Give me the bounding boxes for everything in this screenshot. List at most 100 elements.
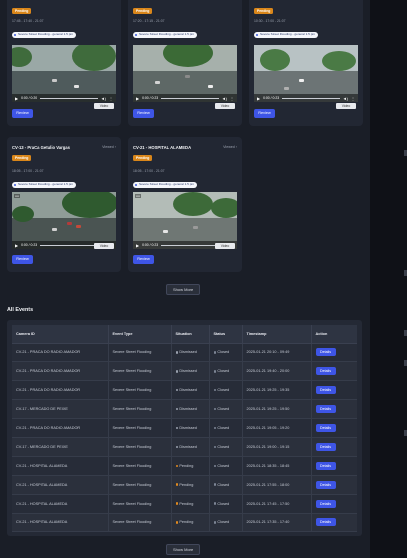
alert-time: 17:20 - 17:15 - 21:07 — [133, 19, 165, 23]
situation-cell: Pending — [171, 494, 210, 514]
card-header: CV-21 - HOSPITAL ALAMEDA Viewed › — [133, 143, 237, 151]
status-dot-icon — [175, 502, 178, 505]
video-controls[interactable]: ▶ 0:00 / 0:23 ◄) ⋮ — [254, 94, 358, 102]
camera-name: CV-21 - HOSPITAL ALAMEDA — [133, 144, 192, 150]
play-icon[interactable]: ▶ — [15, 243, 18, 248]
video-controls[interactable]: ▶ 0:00 / 0:23 ◄) ⋮ — [133, 94, 237, 102]
video-controls[interactable]: ▶ 0:00 / 0:20 ◄) ⋮ — [12, 94, 116, 102]
camera-video[interactable]: ▪▪▪▪ ▶ 0:00 / 0:23 ◄) ⋮ — [133, 192, 237, 249]
timestamp-cell: 2025-01-21 19:25 - 19:35 — [242, 380, 312, 401]
camera-id-cell: CV-21 - PRACA DO RADIO AMADOR — [12, 380, 109, 401]
camera-id-cell: CV-21 - HOSPITAL ALAMEDA — [12, 475, 109, 495]
play-icon[interactable]: ▶ — [257, 96, 260, 101]
camera-id-cell: CV-21 - HOSPITAL ALAMEDA — [12, 513, 109, 533]
details-button[interactable]: Details — [315, 442, 336, 451]
table-row: CV-21 - PRACA DO RADIO AMADOR Severe Stre… — [12, 418, 357, 438]
pending-badge: Pending — [12, 155, 32, 161]
play-icon[interactable]: ▶ — [15, 96, 18, 101]
event-type-cell: Severe Street Flooding — [108, 361, 172, 382]
review-button[interactable]: Review — [133, 109, 154, 118]
event-type-chip: Severe Street Flooding - general 1.5 pm — [133, 182, 198, 188]
table-row: CV-21 - PRACA DO RADIO AMADOR Severe Stre… — [12, 361, 357, 382]
video-label: Video — [94, 243, 114, 249]
event-type-cell: Severe Street Flooding — [108, 343, 172, 363]
status-dot-icon — [175, 521, 178, 524]
event-type-cell: Severe Street Flooding — [108, 418, 172, 438]
volume-icon[interactable]: ◄) — [343, 96, 348, 101]
camera-video[interactable]: ▶ 0:00 / 0:20 ◄) ⋮ — [12, 45, 116, 102]
viewed-link[interactable]: Viewed › — [102, 145, 116, 149]
play-icon[interactable]: ▶ — [136, 96, 139, 101]
status-dot-icon — [213, 445, 216, 449]
details-button[interactable]: Details — [315, 480, 336, 489]
status-cell: Closed — [209, 380, 243, 401]
status-dot-icon — [175, 445, 178, 449]
volume-icon[interactable]: ◄) — [222, 96, 227, 101]
details-button[interactable]: Details — [315, 461, 336, 470]
show-more-button[interactable]: Show More — [166, 284, 201, 295]
camera-video[interactable]: ▪▪▪▪ ▶ 0:00 / 0:23 ◄) ⋮ — [12, 192, 116, 249]
timestamp-cell: 2025-01-21 20:10 - 09:49 — [242, 343, 312, 363]
camera-id-cell: CV-21 - HOSPITAL ALAMEDA — [12, 456, 109, 476]
show-more-button[interactable]: Show More — [166, 544, 201, 555]
situation-cell: Dismissed — [171, 380, 210, 401]
pending-badge: Pending — [133, 8, 153, 14]
details-button[interactable]: Details — [315, 386, 336, 395]
status-dot-icon — [175, 483, 178, 486]
review-button[interactable]: Review — [133, 255, 154, 264]
pending-badge: Pending — [254, 8, 274, 14]
timestamp-cell: 2025-01-21 17:35 - 17:40 — [242, 513, 312, 533]
more-options-icon[interactable]: ⋮ — [109, 96, 113, 101]
alert-card: Pending 10:30 - 17:00 - 21:07 Severe Str… — [249, 0, 363, 126]
details-button[interactable]: Details — [315, 424, 336, 432]
action-cell: Details — [311, 361, 357, 382]
review-button[interactable]: Review — [254, 109, 275, 118]
more-options-icon[interactable]: ⋮ — [351, 96, 355, 101]
alert-time: 18:05 - 17:00 - 21:07 — [12, 169, 44, 173]
situation-cell: Dismissed — [171, 399, 210, 420]
details-button[interactable]: Details — [315, 348, 336, 357]
column-header: Status — [209, 325, 243, 344]
details-button[interactable]: Details — [315, 405, 336, 414]
event-type-cell: Severe Street Flooding — [108, 437, 172, 457]
video-progress-bar[interactable] — [161, 97, 219, 99]
video-label: Video — [215, 243, 235, 249]
video-progress-bar[interactable] — [282, 97, 340, 99]
camera-video[interactable]: ▶ 0:00 / 0:23 ◄) ⋮ — [133, 45, 237, 102]
alerts-page: Pending 17:45 - 17:40 - 21:07 Severe Str… — [0, 0, 370, 558]
status-dot-icon — [213, 426, 216, 430]
action-cell: Details — [311, 343, 357, 363]
pending-badge: Pending — [133, 155, 153, 161]
details-button[interactable]: Details — [315, 367, 336, 376]
camera-id-cell: CV-21 - PRACA DO RADIO AMADOR — [12, 361, 109, 382]
situation-cell: Pending — [171, 475, 210, 495]
camera-id-cell: CV-21 - HOSPITAL ALAMEDA — [12, 494, 109, 514]
video-progress-bar[interactable] — [40, 97, 98, 99]
camera-id-cell: CV-17 - MERCADO DE PEIXE — [12, 437, 109, 457]
review-button[interactable]: Review — [12, 255, 33, 264]
details-button[interactable]: Details — [315, 518, 336, 527]
camera-video[interactable]: ▶ 0:00 / 0:23 ◄) ⋮ — [254, 45, 358, 102]
table-row: CV-21 - HOSPITAL ALAMEDA Severe Street Fl… — [12, 494, 357, 514]
status-dot-icon — [213, 351, 216, 354]
viewed-link[interactable]: Viewed › — [223, 145, 237, 149]
review-button[interactable]: Review — [12, 109, 33, 118]
timestamp-cell: 2025-01-21 19:05 - 19:20 — [242, 418, 312, 438]
table-row: CV-21 - HOSPITAL ALAMEDA Severe Street Fl… — [12, 456, 357, 476]
video-progress-bar[interactable] — [40, 244, 98, 246]
status-dot-icon — [175, 370, 178, 373]
status-dot-icon — [213, 370, 216, 373]
column-header: Action — [311, 325, 357, 344]
volume-icon[interactable]: ◄) — [101, 96, 106, 101]
status-dot-icon — [213, 502, 216, 505]
more-options-icon[interactable]: ⋮ — [230, 96, 234, 101]
event-type-chip: Severe Street Flooding - general 1.5 pm — [12, 182, 77, 188]
pending-badge: Pending — [12, 8, 32, 14]
action-cell: Details — [311, 494, 357, 514]
status-cell: Closed — [209, 475, 243, 495]
details-button[interactable]: Details — [315, 499, 336, 508]
play-icon[interactable]: ▶ — [136, 243, 139, 248]
situation-cell: Dismissed — [171, 418, 210, 438]
video-progress-bar[interactable] — [161, 244, 219, 246]
status-dot-icon — [175, 426, 178, 430]
